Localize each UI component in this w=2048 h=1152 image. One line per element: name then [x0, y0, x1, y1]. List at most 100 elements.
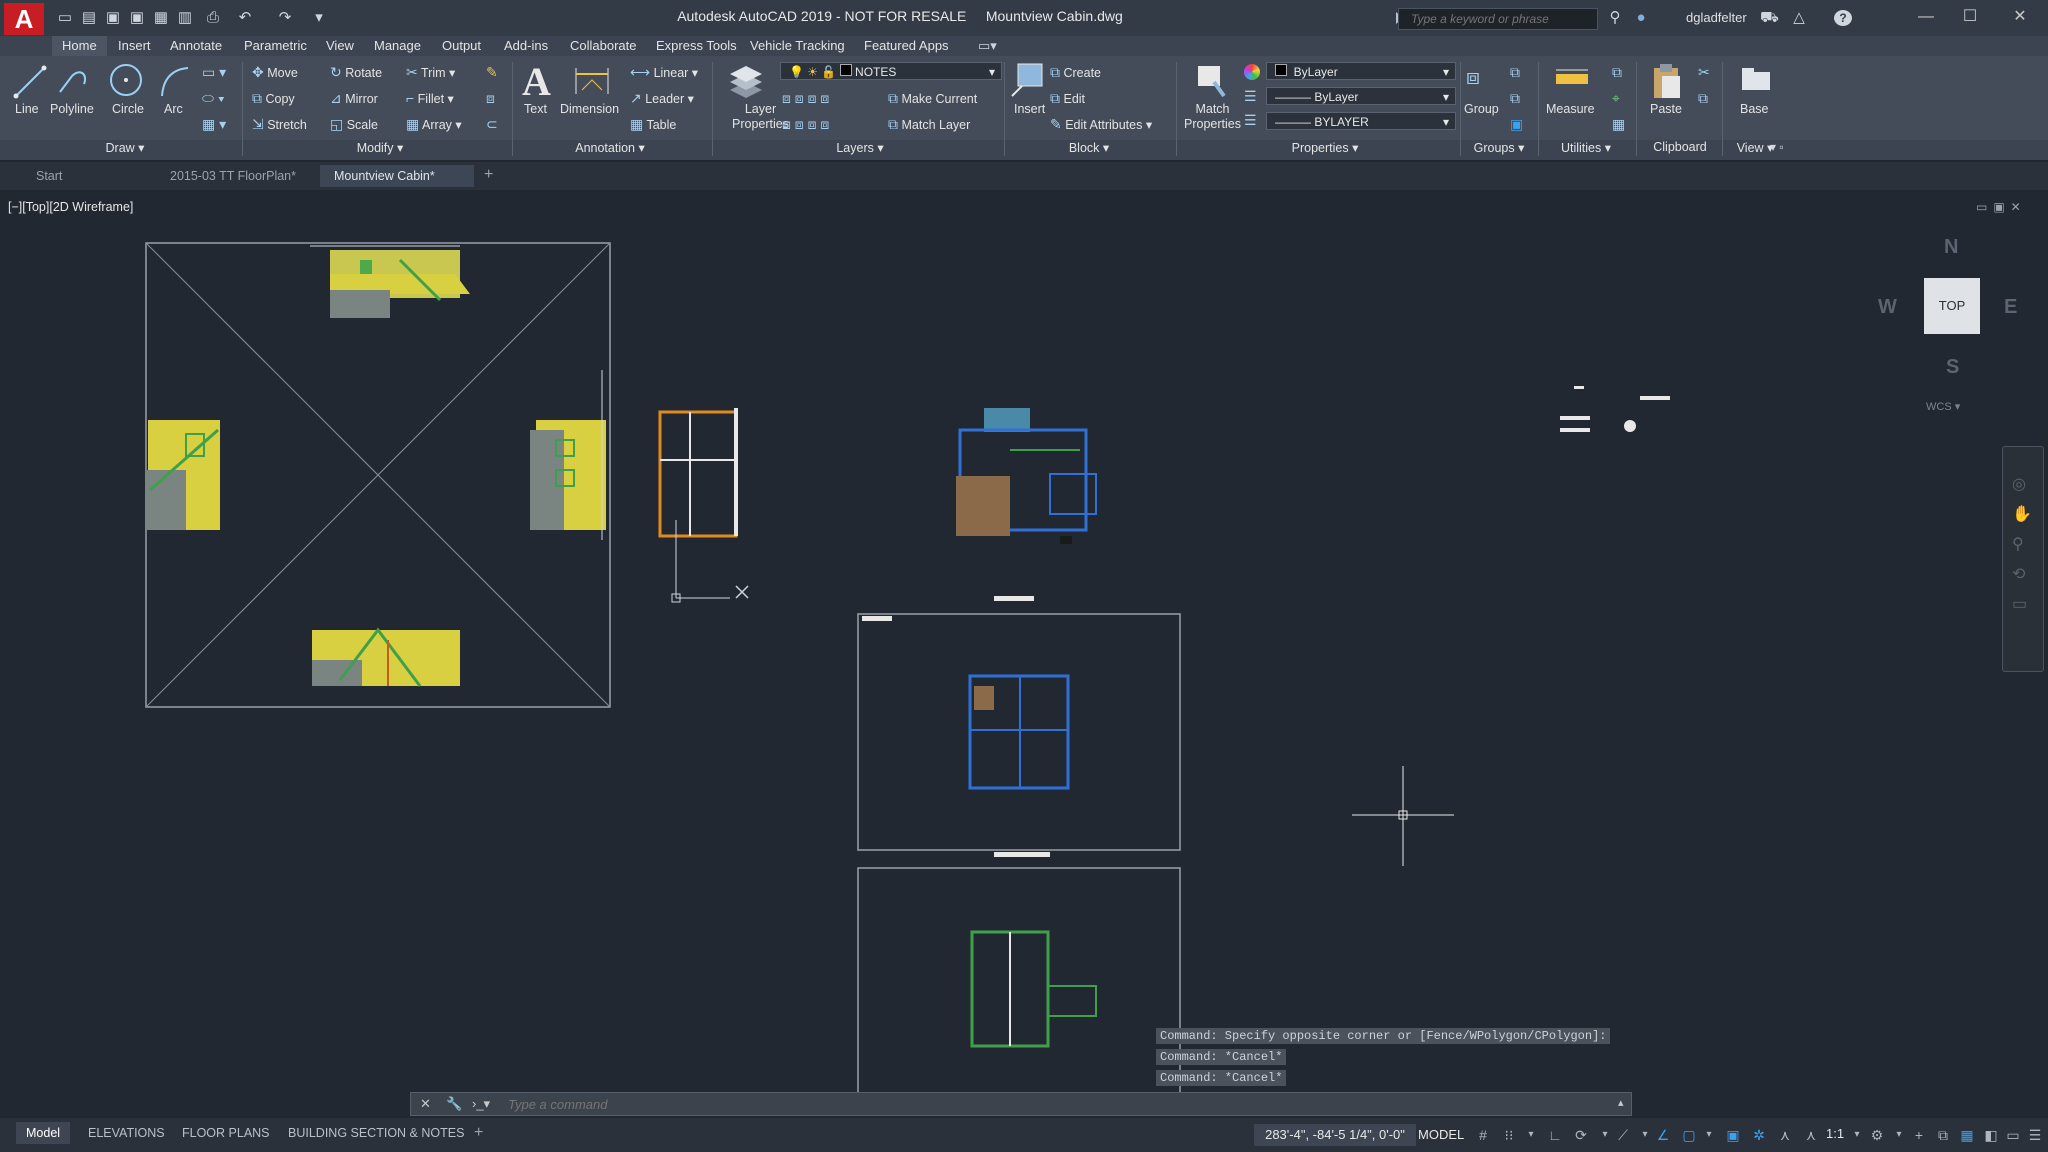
maximize-icon[interactable]: ☐ [1948, 4, 1992, 30]
minimize-icon[interactable]: — [1904, 4, 1948, 30]
file-tab-mountview-cabin[interactable]: Mountview Cabin* [320, 165, 474, 187]
annotation-monitor-icon[interactable]: + [1910, 1126, 1928, 1144]
coordinate-display[interactable]: 283'-4", -84'-5 1/4", 0'-0" [1254, 1124, 1416, 1146]
edit-block-button[interactable]: ⧉ Edit [1050, 90, 1085, 107]
close-icon[interactable]: ✕ [1998, 4, 2042, 30]
group-edit-icon[interactable]: ⧉ [1510, 90, 1520, 107]
line-icon[interactable] [10, 62, 50, 102]
object-snap-dropdown-icon[interactable]: ▾ [1700, 1126, 1718, 1144]
west-elevation[interactable] [146, 420, 220, 530]
snap-icon[interactable]: ⁝⁝ [1500, 1126, 1518, 1144]
utilities-panel-label[interactable]: Utilities ▾ [1540, 140, 1632, 158]
fillet-button[interactable]: ⌐ Fillet ▾ [406, 90, 454, 106]
scale-button[interactable]: ◱ Scale [330, 116, 378, 133]
section-drawing[interactable] [658, 408, 749, 603]
color-dropdown[interactable]: ByLayer ▾ [1266, 62, 1456, 80]
quick-select-icon[interactable]: ⧉ [1612, 64, 1622, 81]
isodraft-dropdown-icon[interactable]: ▾ [1636, 1126, 1654, 1144]
group-button[interactable]: Group [1464, 102, 1499, 116]
polyline-icon[interactable] [54, 62, 94, 102]
customize-toolbar-icon[interactable]: ▾ [310, 10, 328, 26]
tab-vehicle-tracking[interactable]: Vehicle Tracking [750, 36, 845, 56]
offset-icon[interactable]: ⊂ [486, 116, 498, 133]
calculator-icon[interactable]: ▦ [1612, 116, 1625, 133]
groups-panel-label[interactable]: Groups ▾ [1460, 140, 1538, 158]
insert-button[interactable]: Insert [1014, 102, 1045, 116]
model-space-toggle[interactable]: MODEL [1418, 1124, 1464, 1146]
clipboard-panel-label[interactable]: Clipboard [1640, 140, 1720, 158]
north-elevation[interactable] [310, 245, 470, 318]
object-snap-tracking-icon[interactable]: ∠ [1654, 1126, 1672, 1144]
scale-dropdown-icon[interactable]: ▾ [1848, 1126, 1866, 1144]
plot-icon[interactable]: ⎙ [204, 10, 222, 26]
arc-icon[interactable] [156, 62, 192, 102]
undo-icon[interactable]: ↶ [236, 10, 254, 26]
arc-button[interactable]: Arc [164, 102, 183, 116]
ungroup-icon[interactable]: ⧉ [1510, 64, 1520, 81]
viewcube-east[interactable]: E [2004, 296, 2017, 319]
layout-tab-model[interactable]: Model [16, 1122, 71, 1144]
units-icon[interactable]: ⧉ [1934, 1126, 1952, 1144]
layer-properties-button[interactable]: Layer Properties [732, 102, 789, 132]
annotation-panel-label[interactable]: Annotation ▾ [560, 140, 660, 158]
command-prompt-icon[interactable]: ›_▾ [472, 1096, 490, 1112]
rectangle-icon[interactable]: ▭ ▾ [202, 64, 226, 81]
save-icon[interactable]: ▣ [104, 10, 122, 26]
move-button[interactable]: ✥ Move [252, 64, 298, 81]
tab-express-tools[interactable]: Express Tools [656, 36, 737, 56]
table-button[interactable]: ▦ Table [630, 116, 676, 133]
lineweight-dropdown[interactable]: ——— BYLAYER ▾ [1266, 112, 1456, 130]
viewcube-south[interactable]: S [1946, 356, 1959, 379]
polar-tracking-icon[interactable]: ⟳ [1572, 1126, 1590, 1144]
tab-manage[interactable]: Manage [374, 36, 421, 56]
tab-view[interactable]: View [326, 36, 354, 56]
wcs-menu[interactable]: WCS ▾ [1926, 400, 1960, 413]
east-elevation[interactable] [530, 370, 606, 540]
save-as-icon[interactable]: ▣ [128, 10, 146, 26]
measure-button[interactable]: Measure [1546, 102, 1595, 116]
copy-clip-icon[interactable]: ⧉ [1698, 90, 1708, 107]
match-layer-button[interactable]: ⧉ Match Layer [888, 116, 970, 133]
tab-home[interactable]: Home [52, 36, 107, 56]
command-line-close-icon[interactable]: ✕ [420, 1096, 437, 1112]
file-tab-floorplan[interactable]: 2015-03 TT FloorPlan* [156, 165, 316, 187]
group-select-icon[interactable]: ▣ [1510, 116, 1523, 133]
ellipse-icon[interactable]: ⬭ ▾ [202, 90, 225, 107]
grid-icon[interactable]: # [1474, 1126, 1492, 1144]
search-input[interactable] [1398, 8, 1598, 30]
block-panel-label[interactable]: Block ▾ [1044, 140, 1134, 158]
annotation-scale-icon[interactable]: ⋏ [1802, 1126, 1820, 1144]
text-button[interactable]: Text [524, 102, 547, 116]
layers-panel-label[interactable]: Layers ▾ [810, 140, 910, 158]
layer-tool-icon[interactable]: ⧈ ⧈ ⧈ ⧈ [782, 116, 829, 133]
layer-dropdown[interactable]: 💡 ☀ 🔓 NOTES ▾ [780, 62, 1002, 80]
rotate-button[interactable]: ↻ Rotate [330, 64, 382, 81]
modify-panel-label[interactable]: Modify ▾ [330, 140, 430, 158]
user-icon[interactable]: ● [1632, 10, 1650, 26]
ortho-icon[interactable]: ∟ [1546, 1126, 1564, 1144]
isolate-objects-icon[interactable]: ◧ [1982, 1126, 2000, 1144]
draw-panel-label[interactable]: Draw ▾ [80, 140, 170, 158]
layout-tab-floor-plans[interactable]: FLOOR PLANS [172, 1122, 280, 1144]
edit-attributes-button[interactable]: ✎ Edit Attributes ▾ [1050, 116, 1152, 133]
create-block-button[interactable]: ⧉ Create [1050, 64, 1101, 81]
paste-icon[interactable] [1650, 62, 1684, 100]
snap-dropdown-icon[interactable]: ▾ [1522, 1126, 1540, 1144]
layer-properties-icon[interactable] [726, 62, 766, 100]
copy-button[interactable]: ⧉ Copy [252, 90, 295, 107]
save-web-icon[interactable]: ▥ [176, 10, 194, 26]
tab-parametric[interactable]: Parametric [244, 36, 307, 56]
selection-cycling-icon[interactable]: ▣ [1724, 1126, 1742, 1144]
text-icon[interactable]: A [522, 58, 551, 105]
ribbon-minimize-icon[interactable]: ▾ ▫ [1770, 140, 1784, 154]
layout-tab-building-section[interactable]: BUILDING SECTION & NOTES [278, 1122, 474, 1144]
paste-button[interactable]: Paste [1650, 102, 1682, 116]
binoculars-icon[interactable]: ⚲ [1606, 10, 1624, 26]
user-name[interactable]: dgladfelter [1686, 10, 1747, 25]
tab-featured-apps[interactable]: Featured Apps [864, 36, 949, 56]
linetype-dropdown[interactable]: ——— ByLayer ▾ [1266, 87, 1456, 105]
new-file-icon[interactable]: ▭ [56, 10, 74, 26]
new-tab-icon[interactable]: + [484, 166, 493, 184]
line-button[interactable]: Line [15, 102, 39, 116]
base-button[interactable]: Base [1740, 102, 1769, 116]
